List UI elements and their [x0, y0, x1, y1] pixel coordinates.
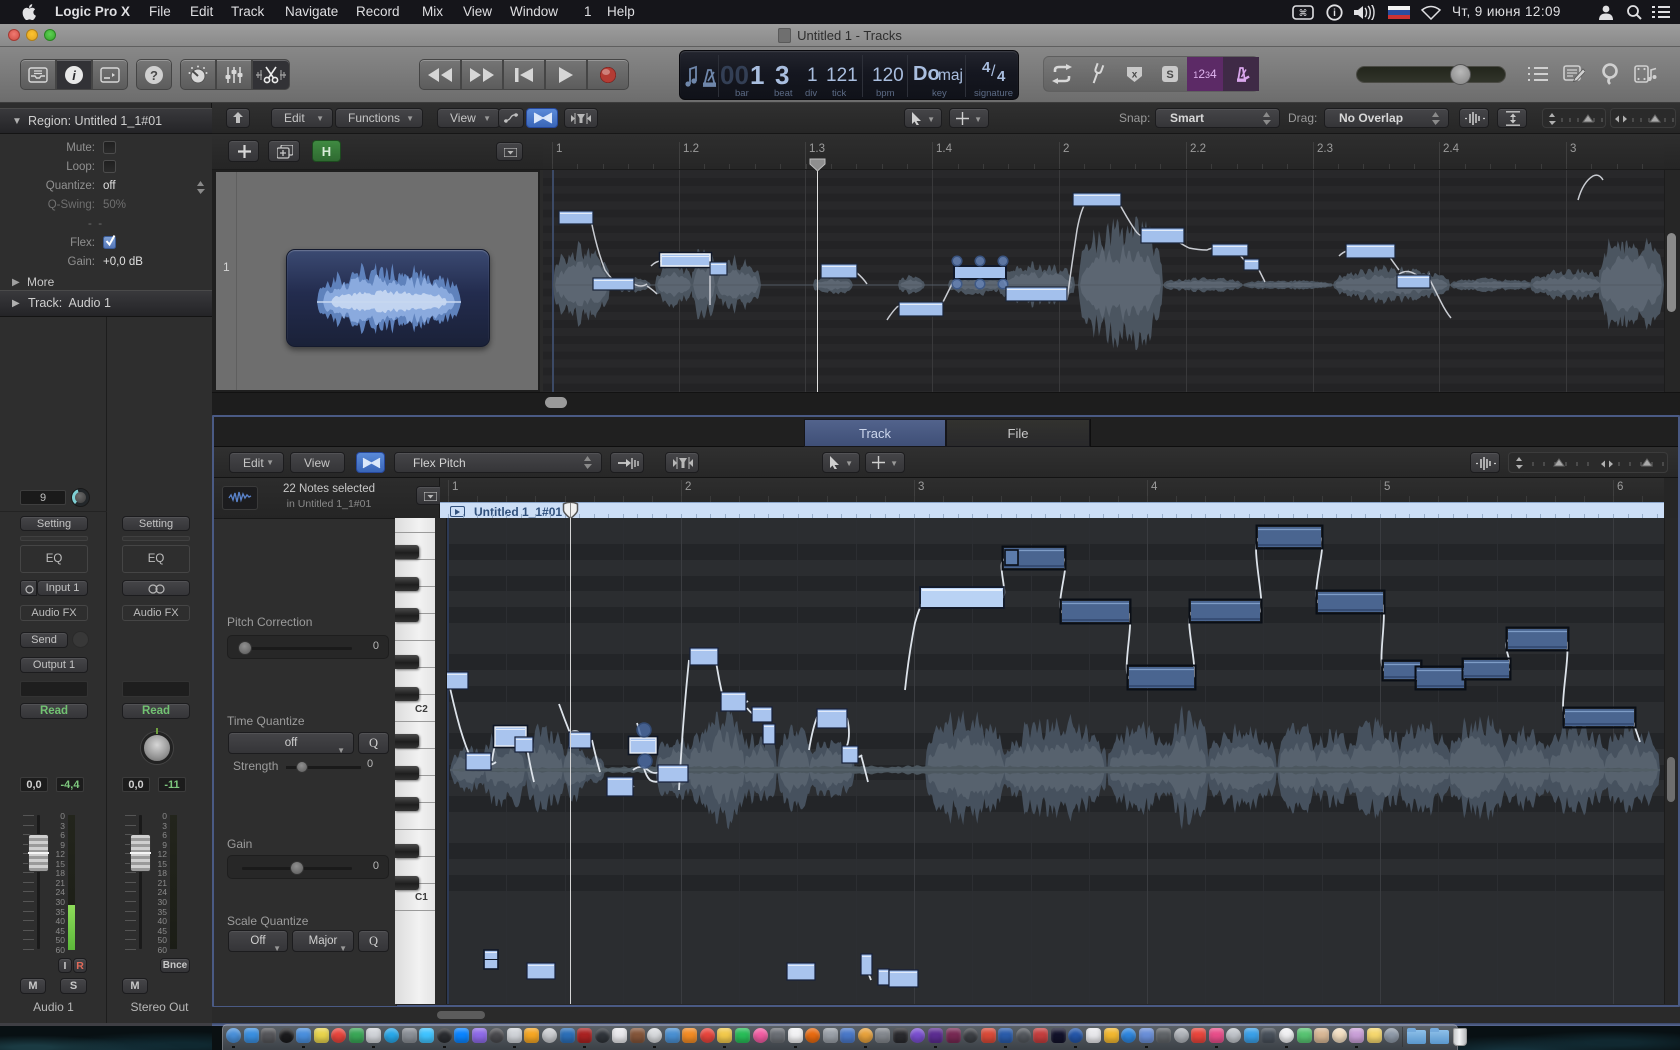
svg-text:⌘: ⌘ [1299, 8, 1308, 18]
svg-text:i: i [1333, 8, 1336, 19]
svg-text:i: i [72, 68, 76, 83]
svg-text:?: ? [150, 68, 158, 83]
svg-text:x: x [1131, 69, 1137, 80]
svg-text:S: S [1166, 69, 1173, 81]
